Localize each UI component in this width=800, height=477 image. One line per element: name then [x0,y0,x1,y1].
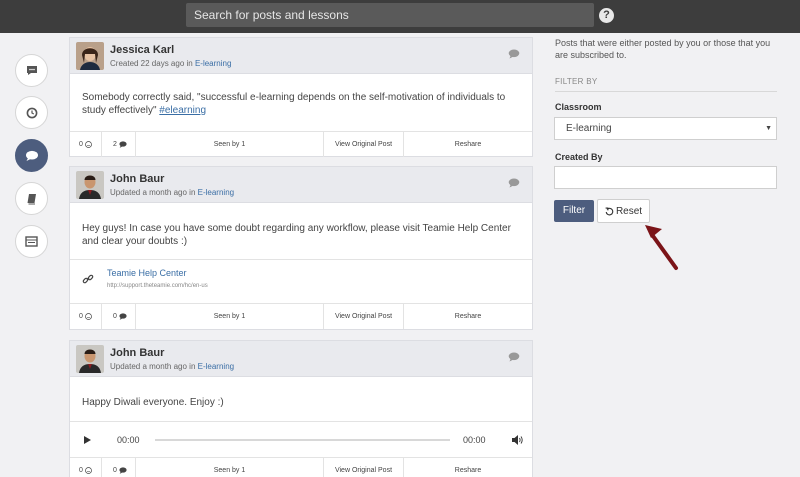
comment-icon [119,313,127,320]
comment-bubble-icon[interactable] [508,352,520,362]
comments-rail-button[interactable] [15,54,48,87]
post-author[interactable]: Jessica Karl [110,44,174,56]
post-header: John Baur Updated a month ago in E-learn… [70,167,532,203]
reset-button[interactable]: Reset [597,199,650,223]
link-url: http://support.theteamie.com/hc/en-us [107,283,208,289]
view-original-post-button[interactable]: View Original Post [324,132,404,157]
comment-icon [119,467,127,474]
comments-icon [26,66,37,75]
smiley-icon [85,141,92,148]
hashtag-link[interactable]: #elearning [159,105,206,116]
comment-count[interactable]: 0 [102,458,136,477]
classroom-link[interactable]: E-learning [198,188,234,197]
post-meta: Updated a month ago in E-learning [110,188,235,197]
classroom-link[interactable]: E-learning [198,362,234,371]
avatar[interactable] [76,42,104,70]
smiley-count[interactable]: 0 [70,458,102,477]
link-preview[interactable]: Teamie Help Center http://support.thetea… [70,259,532,303]
reset-icon [605,207,614,215]
seen-by[interactable]: Seen by 1 [136,132,324,157]
post-text: Somebody correctly said, "successful e-l… [82,92,506,116]
audio-player: 00:00 00:00 [70,421,532,457]
smiley-count[interactable]: 0 [70,132,102,157]
avatar[interactable] [76,345,104,373]
comment-bubble-icon[interactable] [508,178,520,188]
post-header: Jessica Karl Created 22 days ago in E-le… [70,38,532,74]
board-icon [25,236,38,247]
post-text: Happy Diwali everyone. Enjoy :) [82,397,224,408]
reset-label: Reset [615,205,643,217]
annotation-arrow [645,225,678,270]
post-actions: 0 2 Seen by 1 View Original Post Reshare [70,131,532,157]
lessons-rail-button[interactable] [15,182,48,215]
seen-by[interactable]: Seen by 1 [136,304,324,329]
post-body: Somebody correctly said, "successful e-l… [70,74,532,131]
book-icon [27,193,36,204]
reshare-button[interactable]: Reshare [404,458,532,477]
filter-description: Posts that were either posted by you or … [555,38,771,60]
smiley-icon [85,467,92,474]
classroom-link[interactable]: E-learning [195,59,231,68]
post-actions: 0 0 Seen by 1 View Original Post Reshare [70,303,532,329]
post-meta: Created 22 days ago in E-learning [110,59,232,68]
view-original-post-button[interactable]: View Original Post [324,458,404,477]
comment-icon [119,141,127,148]
help-icon[interactable]: ? [599,8,614,23]
post-body: Happy Diwali everyone. Enjoy :) [70,377,532,421]
post-actions: 0 0 Seen by 1 View Original Post Reshare [70,457,532,477]
board-rail-button[interactable] [15,225,48,258]
link-icon [82,274,94,284]
reshare-button[interactable]: Reshare [404,304,532,329]
post-card: John Baur Updated a month ago in E-learn… [69,166,533,330]
play-icon[interactable] [84,436,91,444]
post-body: Hey guys! In case you have some doubt re… [70,203,532,259]
post-card: John Baur Updated a month ago in E-learn… [69,340,533,477]
post-meta: Updated a month ago in E-learning [110,362,235,371]
smiley-icon [85,313,92,320]
filter-by-heading: FILTER BY [555,77,598,86]
view-original-post-button[interactable]: View Original Post [324,304,404,329]
comment-count[interactable]: 0 [102,304,136,329]
avatar[interactable] [76,171,104,199]
volume-icon[interactable] [512,435,523,445]
chevron-down-icon: ▼ [765,125,772,132]
posts-rail-button[interactable] [15,139,48,172]
seen-by[interactable]: Seen by 1 [136,458,324,477]
filter-button[interactable]: Filter [554,200,594,222]
top-bar: Search for posts and lessons ? [0,0,800,33]
clock-icon [26,107,37,118]
post-author[interactable]: John Baur [110,347,164,359]
created-by-input[interactable] [554,166,777,189]
classroom-select[interactable]: E-learning ▼ [554,117,777,140]
timeline-rail-button[interactable] [15,96,48,129]
search-input[interactable]: Search for posts and lessons [186,3,594,27]
classroom-select-value: E-learning [566,123,612,134]
link-title[interactable]: Teamie Help Center [107,268,187,278]
divider [555,91,777,92]
classroom-label: Classroom [555,102,602,112]
smiley-count[interactable]: 0 [70,304,102,329]
audio-current-time: 00:00 [117,435,140,445]
post-author[interactable]: John Baur [110,173,164,185]
comment-bubble-icon[interactable] [508,49,520,59]
post-card: Jessica Karl Created 22 days ago in E-le… [69,37,533,157]
audio-seek-bar[interactable] [155,439,450,441]
reshare-button[interactable]: Reshare [404,132,532,157]
post-header: John Baur Updated a month ago in E-learn… [70,341,532,377]
audio-total-time: 00:00 [463,435,486,445]
comment-count[interactable]: 2 [102,132,136,157]
created-by-label: Created By [555,152,603,162]
post-text: Hey guys! In case you have some doubt re… [82,223,511,247]
chat-bubble-icon [25,150,38,161]
